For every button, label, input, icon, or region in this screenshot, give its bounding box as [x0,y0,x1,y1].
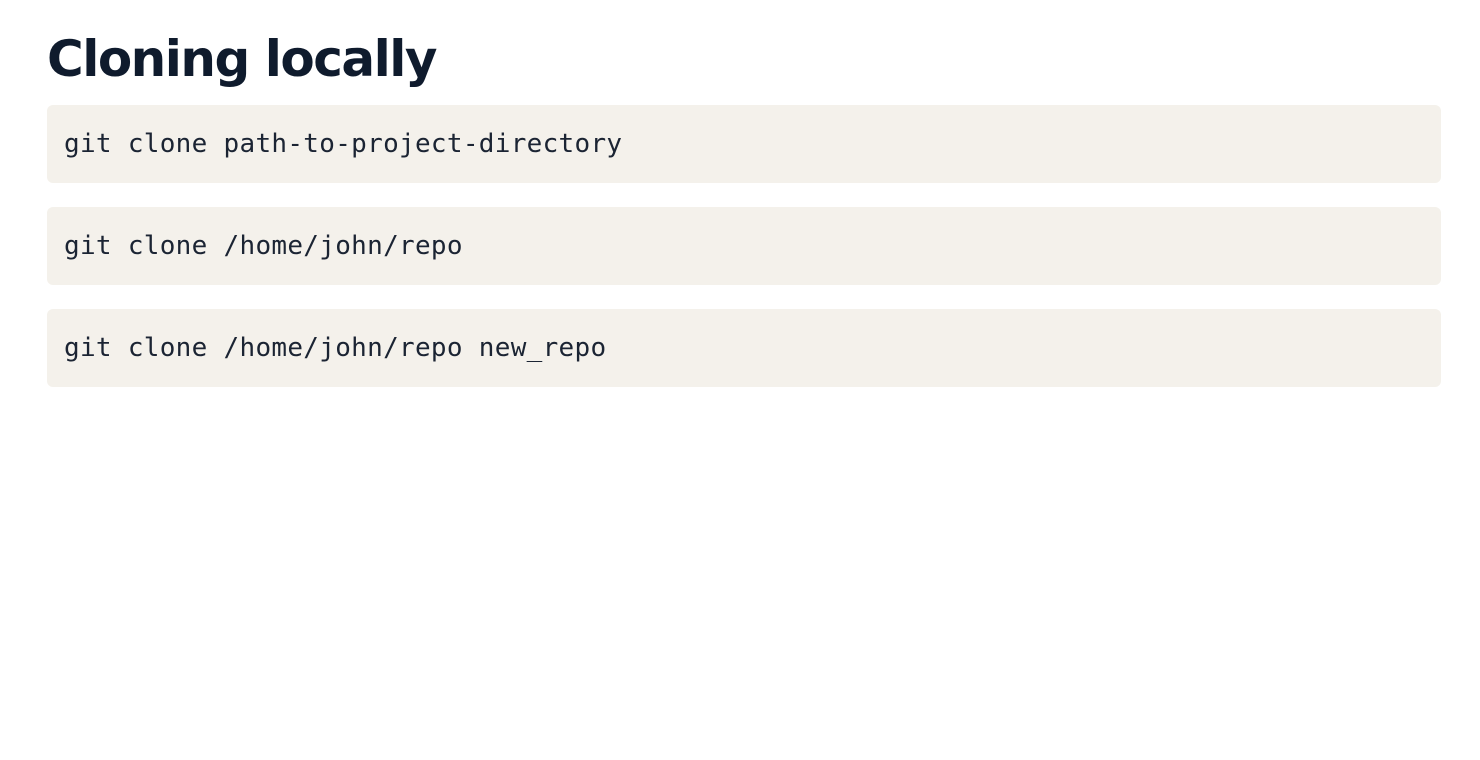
page-title: Cloning locally [47,30,437,88]
content-section: Cloning locally git clone path-to-projec… [47,0,1441,411]
code-line: git clone /home/john/repo new_repo [64,333,607,363]
code-line: git clone /home/john/repo [64,231,463,261]
code-line: git clone path-to-project-directory [64,129,623,159]
code-block[interactable]: git clone /home/john/repo [47,207,1441,285]
code-block-list: git clone path-to-project-directory git … [47,105,1441,387]
code-block[interactable]: git clone /home/john/repo new_repo [47,309,1441,387]
code-block[interactable]: git clone path-to-project-directory [47,105,1441,183]
